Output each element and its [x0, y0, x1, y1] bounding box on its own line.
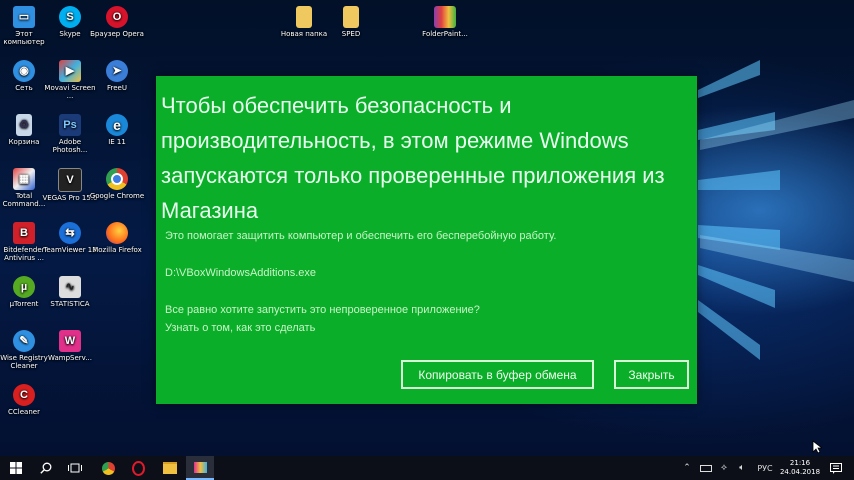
wampserver-icon: W — [59, 330, 81, 352]
start-button[interactable] — [0, 456, 32, 480]
firefox-icon — [106, 222, 128, 244]
clock-time: 21:16 — [789, 459, 811, 467]
opera-icon — [131, 460, 145, 476]
desktop-icon-label: SPED — [341, 30, 361, 38]
desktop-icon-firefox[interactable]: Mozilla Firefox — [89, 222, 145, 254]
desktop-icon-opera[interactable]: O Браузер Opera — [89, 6, 145, 38]
chevron-up-icon: ⌃ — [683, 463, 691, 473]
desktop-icon-sped[interactable]: SPED — [323, 6, 379, 38]
photoshop-icon: Ps — [59, 114, 81, 136]
opera-icon: O — [106, 6, 128, 28]
dialog-subtitle: Это помогает защитить компьютер и обеспе… — [165, 230, 557, 242]
network-icon: ◉ — [13, 60, 35, 82]
clock-date: 24.04.2018 — [779, 468, 821, 476]
vegas-icon: V — [58, 168, 82, 192]
desktop-icon-chrome[interactable]: Google Chrome — [89, 168, 145, 200]
show-hidden-icons-button[interactable]: ⌃ — [680, 456, 694, 480]
volume-button[interactable]: 🔈︎ — [734, 456, 750, 480]
taskbar: ⌃ ⟡ 🔈︎ РУС 21:16 24.04.2018 — [0, 456, 854, 480]
desktop-icon-label: CCleaner — [8, 408, 40, 416]
total-commander-icon: ▦ — [13, 168, 35, 190]
input-language-button[interactable]: РУС — [752, 456, 778, 480]
desktop-icon-label: Mozilla Firefox — [92, 246, 142, 254]
search-icon — [40, 462, 52, 474]
desktop-icon-label: FolderPaint... — [422, 30, 468, 38]
desktop-icon-ie[interactable]: e IE 11 — [89, 114, 145, 146]
tray-app-button[interactable]: ⟡ — [716, 456, 732, 480]
network-status-icon: ⟡ — [721, 463, 727, 473]
desktop-icon-label: FreeU — [107, 84, 127, 92]
learn-more-link[interactable]: Узнать о том, как это сделать — [165, 321, 315, 335]
dialog-question: Все равно хотите запустить это непровере… — [165, 304, 480, 316]
volume-icon: 🔈︎ — [739, 463, 745, 473]
desktop-icon-label: WampServ... — [48, 354, 92, 362]
ie-icon: e — [106, 114, 128, 136]
utorrent-icon: µ — [13, 276, 35, 298]
ccleaner-icon: C — [13, 384, 35, 406]
clock[interactable]: 21:16 24.04.2018 — [778, 459, 822, 477]
taskbar-active-app-button[interactable] — [186, 456, 214, 480]
desktop-icon-folderpaint[interactable]: FolderPaint... — [417, 6, 473, 38]
folderpaint-icon — [434, 6, 456, 28]
freeu-icon: ➤ — [106, 60, 128, 82]
desktop-icon-ccleaner[interactable]: C CCleaner — [0, 384, 52, 416]
bitdefender-icon: B — [13, 222, 35, 244]
copy-to-clipboard-button[interactable]: Копировать в буфер обмена — [401, 360, 594, 389]
dialog-file-path: D:\VBoxWindowsAdditions.exe — [165, 267, 317, 279]
action-center-button[interactable] — [826, 456, 846, 480]
desktop-icon-statistica[interactable]: ∿ STATISTICA — [42, 276, 98, 308]
desktop-icon-label: Google Chrome — [89, 192, 145, 200]
desktop-icon-wampserver[interactable]: W WampServ... — [42, 330, 98, 362]
folder-icon — [296, 6, 312, 28]
statistica-icon: ∿ — [59, 276, 81, 298]
app-icon — [193, 461, 207, 473]
computer-icon: ▭ — [13, 6, 35, 28]
folder-icon — [343, 6, 359, 28]
dialog-title: Чтобы обеспечить безопасность и производ… — [161, 93, 665, 223]
desktop-icon-freeu[interactable]: ➤ FreeU — [89, 60, 145, 92]
desktop-icon-label: IE 11 — [108, 138, 126, 146]
recycle-bin-icon: ♻ — [16, 114, 32, 136]
task-view-button[interactable] — [60, 456, 90, 480]
windows-start-icon — [10, 462, 22, 474]
task-view-icon — [68, 463, 82, 473]
file-explorer-icon — [163, 462, 177, 474]
close-button[interactable]: Закрыть — [614, 360, 689, 389]
desktop-icon-label: Браузер Opera — [90, 30, 144, 38]
battery-button[interactable] — [698, 456, 714, 480]
taskbar-opera-button[interactable] — [124, 456, 152, 480]
taskbar-file-explorer-button[interactable] — [156, 456, 184, 480]
chrome-icon — [101, 461, 115, 475]
desktop-icon-label: STATISTICA — [50, 300, 90, 308]
mouse-cursor-icon — [812, 440, 822, 454]
skype-icon: S — [59, 6, 81, 28]
store-apps-only-dialog: Чтобы обеспечить безопасность и производ… — [156, 76, 697, 404]
teamviewer-icon: ⇆ — [59, 222, 81, 244]
movavi-icon: ▶ — [59, 60, 81, 82]
action-center-icon — [830, 462, 842, 474]
wise-registry-icon: ✎ — [13, 330, 35, 352]
taskbar-chrome-button[interactable] — [94, 456, 122, 480]
chrome-icon — [106, 168, 128, 190]
search-button[interactable] — [32, 456, 60, 480]
battery-icon — [700, 464, 712, 472]
